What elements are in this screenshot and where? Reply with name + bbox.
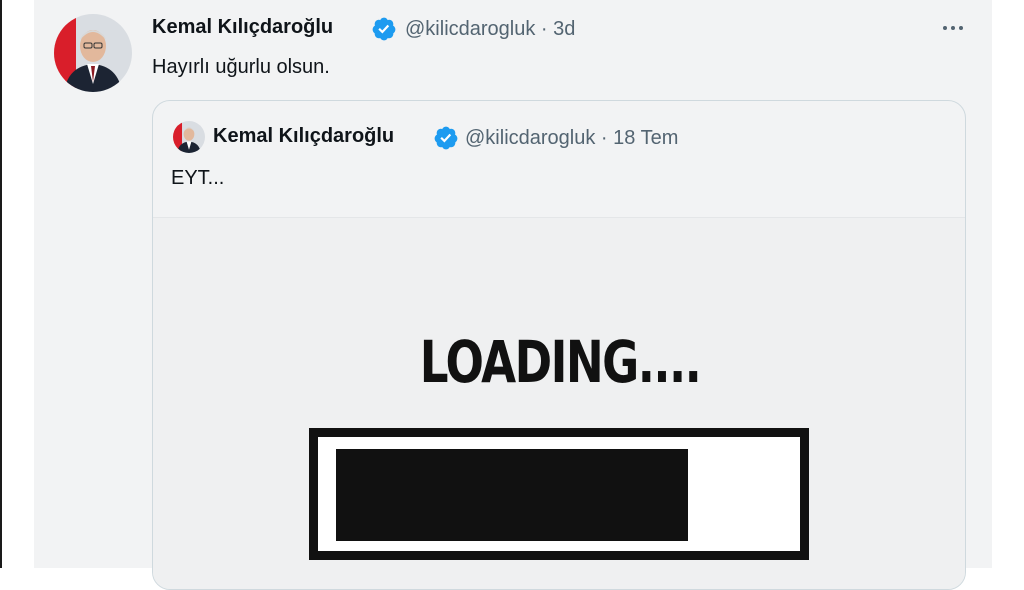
more-options-icon[interactable] [938, 18, 968, 38]
tweet-text: Hayırlı uğurlu olsun. [152, 56, 330, 78]
verified-badge-icon [434, 126, 458, 150]
quoted-media-image[interactable]: LOADING.... [153, 217, 965, 589]
window-left-edge [0, 0, 2, 568]
tweet-time[interactable]: 3d [553, 18, 575, 40]
author-handle[interactable]: @kilicdarogluk [405, 18, 535, 40]
quoted-avatar [173, 121, 205, 153]
avatar[interactable] [54, 14, 132, 92]
loading-label: LOADING.... [419, 328, 702, 396]
author-name[interactable]: Kemal Kılıçdaroğlu [152, 16, 333, 39]
quoted-author-name: Kemal Kılıçdaroğlu [213, 125, 395, 147]
loading-progress-fill [336, 449, 688, 541]
quoted-time: 18 Tem [613, 127, 679, 149]
author-handle-and-time: @kilicdarogluk · 3d [405, 18, 576, 40]
quoted-handle-and-time: @kilicdarogluk · 18 Tem [465, 127, 679, 149]
loading-progress-bar [309, 428, 809, 560]
quoted-handle: @kilicdarogluk [465, 127, 596, 149]
quoted-tweet-card[interactable]: Kemal Kılıçdaroğlu @kilicdarogluk · 18 T… [152, 100, 966, 590]
verified-badge-icon [372, 17, 396, 41]
quoted-tweet-text: EYT... [171, 167, 225, 189]
